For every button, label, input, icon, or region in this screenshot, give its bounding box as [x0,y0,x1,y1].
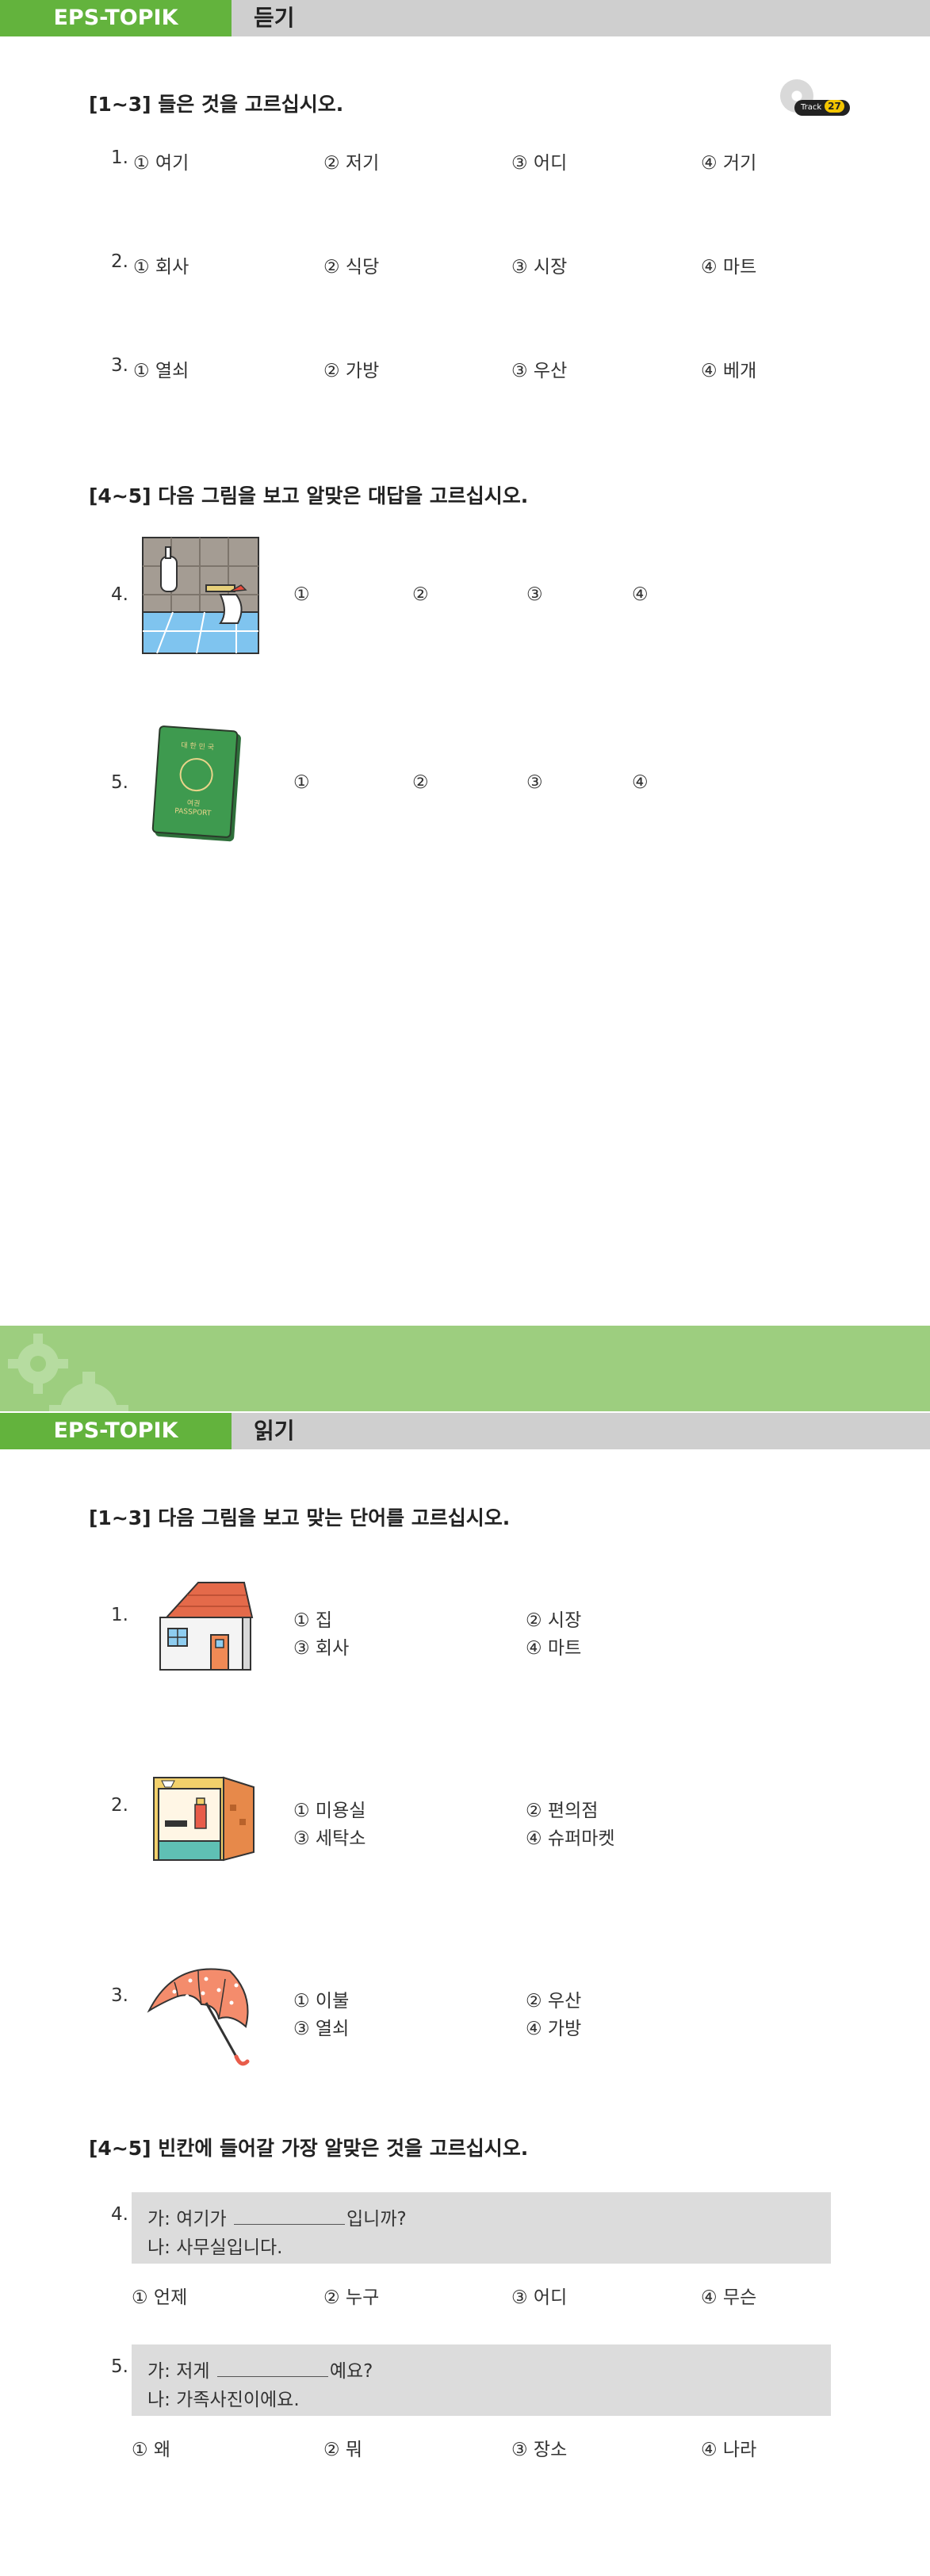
answer-option[interactable]: ② 식당 [323,251,379,278]
answer-option[interactable]: ③ 장소 [511,2434,567,2461]
dialog-line-2: 나: 가족사진이에요. [147,2390,300,2410]
answer-option[interactable]: ② 누구 [323,2282,379,2309]
answer-option[interactable]: ① 집 [293,1605,332,1632]
answer-option[interactable]: ③ 세탁소 [293,1823,365,1850]
answer-option[interactable]: ① 여기 [133,147,189,174]
answer-option[interactable]: ② 뭐 [323,2434,362,2461]
header-brand: EPS-TOPIK [53,1418,178,1443]
answer-option[interactable]: ③ 회사 [293,1632,349,1659]
answer-option[interactable]: ① [293,584,310,605]
reading-header-bar: EPS-TOPIK 읽기 [0,1413,930,1449]
answer-option[interactable]: ③ [526,584,543,605]
answer-blank [216,2362,328,2377]
answer-option[interactable]: ④ 나라 [701,2434,756,2461]
question-number: 3. [111,1985,128,2006]
answer-option[interactable]: ④ 베개 [701,355,756,382]
header-brand: EPS-TOPIK [53,6,178,30]
restroom-illustration [142,537,259,654]
question-number: 2. [111,251,128,272]
question-number: 4. [111,584,128,605]
passport-emblem [178,756,215,793]
dialog-prefix: 가: 저게 [147,2361,210,2382]
question-number: 3. [111,355,128,376]
dialog-prefix: 가: 여기가 [147,2209,227,2230]
dialog-box: 가: 여기가 입니까? 나: 사무실입니다. [132,2192,831,2264]
umbrella-illustration [147,1968,250,2066]
answer-option[interactable]: ③ 어디 [511,2282,567,2309]
answer-option[interactable]: ④ [632,584,649,605]
answer-option[interactable]: ④ 마트 [526,1632,581,1659]
answer-option[interactable]: ① 회사 [133,251,189,278]
answer-option[interactable]: ① 언제 [132,2282,187,2309]
passport-illustration: 대 한 민 국 여권 PASSPORT [151,725,239,839]
question-number: 5. [111,772,128,793]
dialog-box: 가: 저게 예요? 나: 가족사진이에요. [132,2344,831,2416]
answer-option[interactable]: ② 우산 [526,1985,581,2012]
reading-part2-title: [4~5] 빈칸에 들어갈 가장 알맞은 것을 고르십시오. [89,2137,529,2160]
answer-option[interactable]: ② [412,772,429,793]
dialog-line-1: 가: 저게 예요? [147,2356,373,2383]
answer-option[interactable]: ④ [632,772,649,793]
header-section-title: 읽기 [254,1418,295,1444]
question-number: 5. [111,2356,128,2377]
answer-option[interactable]: ① 미용실 [293,1795,365,1822]
answer-option[interactable]: ③ [526,772,543,793]
question-number: 1. [111,1605,128,1625]
dialog-line-1: 가: 여기가 입니까? [147,2203,407,2230]
answer-option[interactable]: ③ 우산 [511,355,567,382]
answer-option[interactable]: ① 열쇠 [133,355,189,382]
dialog-line-2: 나: 사무실입니다. [147,2237,283,2258]
gear-icon [8,1334,128,1411]
track-pill: Track 27 [794,100,850,116]
answer-option[interactable]: ① [293,772,310,793]
passport-country-text: 대 한 민 국 [180,741,215,752]
answer-option[interactable]: ① 이불 [293,1985,349,2012]
house-illustration [159,1582,254,1671]
dialog-suffix: 예요? [329,2361,373,2382]
track-label: Track [801,103,822,112]
track-number: 27 [825,100,844,113]
section-divider-banner [0,1326,930,1411]
listening-part2-title: [4~5] 다음 그림을 보고 알맞은 대답을 고르십시오. [89,484,529,507]
shop-illustration [153,1776,255,1862]
listening-part1-title: [1~3] 들은 것을 고르십시오. [89,93,344,116]
question-number: 2. [111,1795,128,1816]
answer-option[interactable]: ① 왜 [132,2434,170,2461]
question-number: 4. [111,2204,128,2225]
answer-option[interactable]: ② 가방 [323,355,379,382]
header-section-title: 듣기 [254,5,295,31]
answer-option[interactable]: ② 편의점 [526,1795,598,1822]
listening-header-bar: EPS-TOPIK 듣기 [0,0,930,36]
question-number: 1. [111,147,128,168]
answer-option[interactable]: ④ 거기 [701,147,756,174]
answer-blank [234,2210,346,2225]
dialog-suffix: 입니까? [346,2209,407,2230]
answer-option[interactable]: ③ 시장 [511,251,567,278]
reading-part1-title: [1~3] 다음 그림을 보고 맞는 단어를 고르십시오. [89,1506,511,1529]
answer-option[interactable]: ③ 열쇠 [293,2013,349,2040]
answer-option[interactable]: ② [412,584,429,605]
answer-option[interactable]: ④ 마트 [701,251,756,278]
answer-option[interactable]: ④ 슈퍼마켓 [526,1823,615,1850]
answer-option[interactable]: ④ 가방 [526,2013,581,2040]
answer-option[interactable]: ② 저기 [323,147,379,174]
answer-option[interactable]: ② 시장 [526,1605,581,1632]
answer-option[interactable]: ③ 어디 [511,147,567,174]
answer-option[interactable]: ④ 무슨 [701,2282,756,2309]
audio-track-badge[interactable]: Track 27 [780,79,852,119]
